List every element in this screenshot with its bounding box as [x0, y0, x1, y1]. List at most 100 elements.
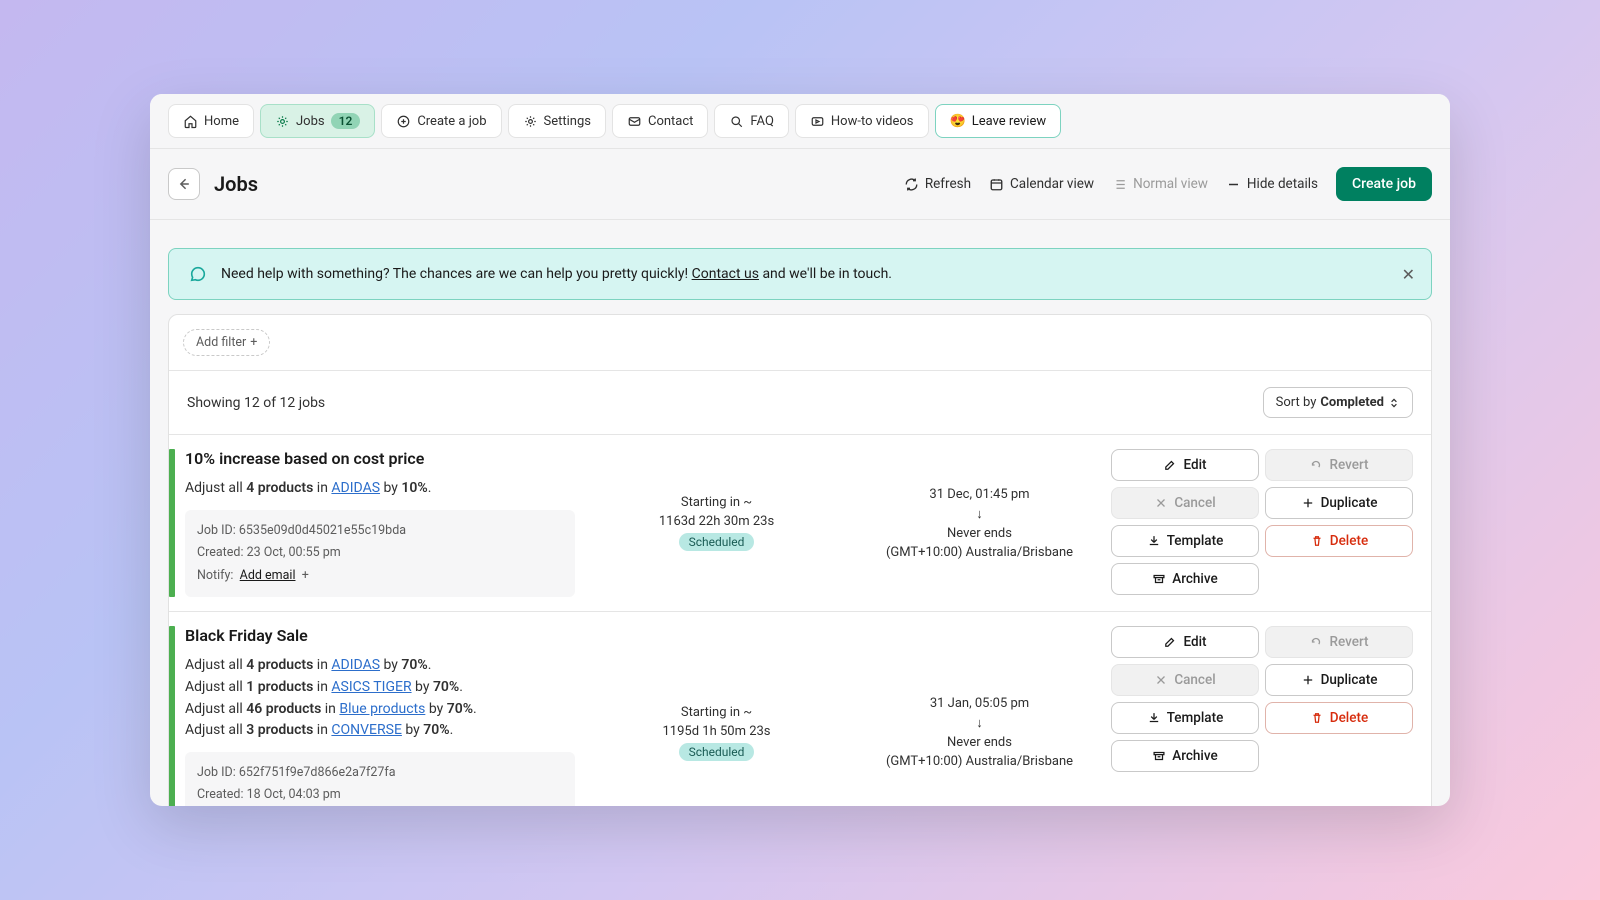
- cancel-icon: [1154, 673, 1168, 687]
- gear-icon: [523, 114, 538, 129]
- minus-icon: [1226, 177, 1241, 192]
- action-label: Refresh: [925, 176, 971, 192]
- cancel-button: Cancel: [1111, 487, 1259, 519]
- refresh-icon: [904, 177, 919, 192]
- collection-link[interactable]: ADIDAS: [331, 657, 380, 673]
- home-icon: [183, 114, 198, 129]
- duplicate-button[interactable]: Duplicate: [1265, 487, 1413, 519]
- tab-jobs[interactable]: Jobs 12: [260, 104, 375, 138]
- job-actions: EditRevertCancelDuplicateTemplateDeleteA…: [1111, 449, 1431, 597]
- tab-leave-review[interactable]: 😍 Leave review: [935, 104, 1062, 138]
- starting-column: Starting in ~1163d 22h 30m 23s Scheduled: [585, 449, 848, 597]
- tab-label: Leave review: [972, 114, 1046, 129]
- add-filter-label: Add filter: [196, 335, 246, 350]
- back-button[interactable]: [168, 168, 200, 200]
- duplicate-button[interactable]: Duplicate: [1265, 664, 1413, 696]
- template-button[interactable]: Template: [1111, 702, 1259, 734]
- action-label: Calendar view: [1010, 176, 1094, 192]
- tab-settings[interactable]: Settings: [508, 104, 606, 138]
- delete-button[interactable]: Delete: [1265, 525, 1413, 557]
- gear-icon: [275, 114, 290, 129]
- top-tabs: Home Jobs 12 Create a job Settings Contac…: [150, 94, 1450, 149]
- edit-icon: [1163, 635, 1177, 649]
- tab-contact[interactable]: Contact: [612, 104, 708, 138]
- cancel-button: Cancel: [1111, 664, 1259, 696]
- collection-link[interactable]: ADIDAS: [331, 480, 380, 496]
- chat-icon: [189, 265, 207, 283]
- duplicate-icon: [1301, 496, 1315, 510]
- video-icon: [810, 114, 825, 129]
- plus-circle-icon: [396, 114, 411, 129]
- edit-button[interactable]: Edit: [1111, 449, 1259, 481]
- banner-text: Need help with something? The chances ar…: [221, 266, 892, 282]
- template-icon: [1147, 711, 1161, 725]
- create-job-button[interactable]: Create job: [1336, 167, 1432, 201]
- add-email-link[interactable]: Add email: [240, 568, 296, 583]
- search-icon: [729, 114, 744, 129]
- action-label: Normal view: [1133, 176, 1208, 192]
- page-header: Jobs Refresh Calendar view Normal view H…: [150, 149, 1450, 220]
- cancel-icon: [1154, 496, 1168, 510]
- delete-button[interactable]: Delete: [1265, 702, 1413, 734]
- archive-button[interactable]: Archive: [1111, 563, 1259, 595]
- schedule-column: 31 Jan, 05:05 pm↓Never ends(GMT+10:00) A…: [848, 626, 1111, 806]
- collection-link[interactable]: Blue products: [339, 701, 425, 717]
- job-meta: Job ID: 652f751f9e7d866e2a7f27fa Created…: [185, 752, 575, 806]
- tab-label: Contact: [648, 114, 693, 129]
- hide-details-action[interactable]: Hide details: [1226, 176, 1318, 192]
- template-icon: [1147, 534, 1161, 548]
- job-meta: Job ID: 6535e09d0d45021e55c19bda Created…: [185, 510, 575, 598]
- tab-create-job[interactable]: Create a job: [381, 104, 501, 138]
- tab-label: How-to videos: [831, 114, 914, 129]
- action-label: Hide details: [1247, 176, 1318, 192]
- revert-icon: [1309, 458, 1323, 472]
- status-bar: [169, 626, 175, 806]
- tab-label: Create a job: [417, 114, 486, 129]
- jobs-count-badge: 12: [331, 113, 361, 129]
- tab-faq[interactable]: FAQ: [714, 104, 788, 138]
- banner-close-button[interactable]: ✕: [1402, 265, 1415, 284]
- edit-icon: [1163, 458, 1177, 472]
- normal-view-action[interactable]: Normal view: [1112, 176, 1208, 192]
- arrow-left-icon: [176, 176, 192, 192]
- page-title: Jobs: [214, 172, 258, 196]
- plus-icon: +: [250, 335, 257, 350]
- calendar-icon: [989, 177, 1004, 192]
- revert-button: Revert: [1265, 626, 1413, 658]
- calendar-view-action[interactable]: Calendar view: [989, 176, 1094, 192]
- job-actions: EditRevertCancelDuplicateTemplateDeleteA…: [1111, 626, 1431, 806]
- tab-home[interactable]: Home: [168, 104, 254, 138]
- list-icon: [1112, 177, 1127, 192]
- sort-button[interactable]: Sort by Completed: [1263, 387, 1413, 418]
- help-banner: Need help with something? The chances ar…: [168, 248, 1432, 300]
- job-title: 10% increase based on cost price: [185, 449, 575, 468]
- tab-label: Settings: [544, 114, 591, 129]
- mail-icon: [627, 114, 642, 129]
- job-description: Adjust all 4 products in ADIDAS by 70%.A…: [185, 655, 575, 742]
- refresh-action[interactable]: Refresh: [904, 176, 971, 192]
- collection-link[interactable]: ASICS TIGER: [331, 679, 411, 695]
- archive-icon: [1152, 749, 1166, 763]
- jobs-card: Add filter+ Showing 12 of 12 jobs Sort b…: [168, 314, 1432, 806]
- job-description: Adjust all 4 products in ADIDAS by 10%.: [185, 478, 575, 500]
- edit-button[interactable]: Edit: [1111, 626, 1259, 658]
- status-badge: Scheduled: [679, 533, 755, 551]
- contact-us-link[interactable]: Contact us: [692, 266, 759, 282]
- template-button[interactable]: Template: [1111, 525, 1259, 557]
- tab-label: Home: [204, 114, 239, 129]
- tab-label: FAQ: [750, 114, 773, 129]
- heart-eyes-icon: 😍: [950, 114, 966, 129]
- revert-button: Revert: [1265, 449, 1413, 481]
- add-filter-button[interactable]: Add filter +: [183, 329, 270, 356]
- archive-button[interactable]: Archive: [1111, 740, 1259, 772]
- tab-label: Jobs: [296, 114, 325, 129]
- status-badge: Scheduled: [679, 743, 755, 761]
- schedule-column: 31 Dec, 01:45 pm↓Never ends(GMT+10:00) A…: [848, 449, 1111, 597]
- job-title: Black Friday Sale: [185, 626, 575, 645]
- collection-link[interactable]: CONVERSE: [331, 722, 402, 738]
- job-row: 10% increase based on cost price Adjust …: [169, 435, 1431, 612]
- delete-icon: [1310, 534, 1324, 548]
- tab-howto[interactable]: How-to videos: [795, 104, 929, 138]
- duplicate-icon: [1301, 673, 1315, 687]
- archive-icon: [1152, 572, 1166, 586]
